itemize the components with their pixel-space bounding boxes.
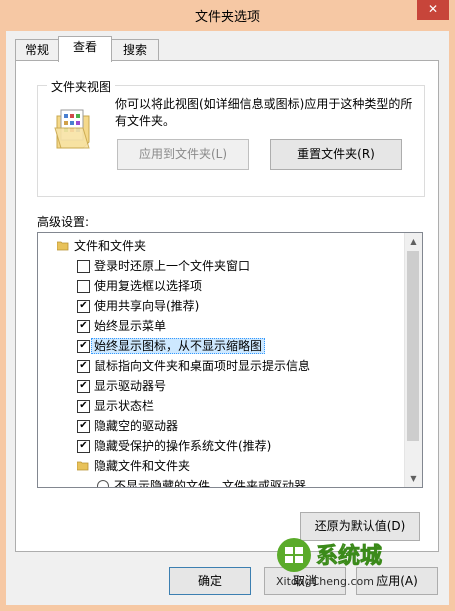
dialog-client: 常规 查看 搜索 文件夹视图 你可以将此视图(如详细信息或图标)应用于这种类型的… — [6, 31, 449, 605]
list-item-folder: 文件和文件夹 — [57, 236, 147, 256]
checkbox-checked[interactable]: ✔ — [77, 360, 90, 373]
list-item-label: 隐藏文件和文件夹 — [94, 459, 191, 473]
folder-view-icon — [54, 109, 90, 149]
list-item-checkbox[interactable]: 使用复选框以选择项 — [77, 276, 203, 296]
list-item-label: 使用复选框以选择项 — [94, 279, 203, 293]
tab-view[interactable]: 查看 — [58, 36, 112, 62]
list-item-label: 登录时还原上一个文件夹窗口 — [94, 259, 251, 273]
scroll-up-arrow-icon[interactable]: ▲ — [405, 233, 422, 250]
checkbox[interactable] — [77, 280, 90, 293]
advanced-settings-list: 文件和文件夹 登录时还原上一个文件夹窗口 使用复选框以选择项 ✔ 使用共享向导(… — [37, 232, 423, 488]
title-bar: 文件夹选项 ✕ — [0, 0, 455, 30]
checkbox-checked[interactable]: ✔ — [77, 400, 90, 413]
list-item-checkbox[interactable]: ✔ 鼠标指向文件夹和桌面项时显示提示信息 — [77, 356, 311, 376]
list-item-label: 隐藏受保护的操作系统文件(推荐) — [94, 439, 272, 453]
watermark-logo: 系统城 XitongCheng.com — [276, 538, 382, 588]
list-item-folder: 隐藏文件和文件夹 — [77, 456, 191, 476]
list-item-checkbox[interactable]: ✔ 显示状态栏 — [77, 396, 155, 416]
watermark-url: XitongCheng.com — [276, 575, 374, 588]
folder-views-group: 文件夹视图 你可以将此视图(如详细信息或图标)应用于这种类型的所有文件夹。 应用… — [37, 78, 425, 197]
reset-folders-button[interactable]: 重置文件夹(R) — [270, 139, 402, 170]
folder-views-legend: 文件夹视图 — [47, 78, 116, 95]
list-item-label: 使用共享向导(推荐) — [94, 299, 200, 313]
scroll-down-arrow-icon[interactable]: ▼ — [405, 470, 422, 487]
list-item-checkbox[interactable]: 登录时还原上一个文件夹窗口 — [77, 256, 251, 276]
checkbox-checked[interactable]: ✔ — [77, 380, 90, 393]
list-item-checkbox-selected[interactable]: ✔ 始终显示图标，从不显示缩略图 — [77, 336, 266, 356]
list-item-label: 显示驱动器号 — [94, 379, 167, 393]
list-item-label: 始终显示图标，从不显示缩略图 — [91, 338, 266, 354]
list-item-label: 不显示隐藏的文件、文件夹或驱动器 — [114, 479, 307, 488]
folder-views-description: 你可以将此视图(如详细信息或图标)应用于这种类型的所有文件夹。 — [115, 97, 413, 128]
list-item-label: 显示状态栏 — [94, 399, 155, 413]
list-item-checkbox[interactable]: ✔ 显示驱动器号 — [77, 376, 167, 396]
tab-general[interactable]: 常规 — [15, 39, 59, 61]
watermark-title: 系统城 — [316, 543, 382, 569]
checkbox[interactable] — [77, 260, 90, 273]
view-tab-panel: 文件夹视图 你可以将此视图(如详细信息或图标)应用于这种类型的所有文件夹。 应用… — [15, 60, 439, 552]
checkbox-checked[interactable]: ✔ — [77, 340, 90, 353]
checkbox-checked[interactable]: ✔ — [77, 320, 90, 333]
vertical-scrollbar[interactable]: ▲ ▼ — [404, 233, 422, 487]
radio-button[interactable] — [97, 480, 109, 487]
checkbox-checked[interactable]: ✔ — [77, 420, 90, 433]
folder-icon — [57, 241, 69, 251]
list-item-label: 鼠标指向文件夹和桌面项时显示提示信息 — [94, 359, 311, 373]
list-item-label: 文件和文件夹 — [74, 239, 147, 253]
window-title: 文件夹选项 — [194, 10, 260, 25]
folder-icon — [77, 461, 89, 471]
list-item-checkbox[interactable]: ✔ 隐藏受保护的操作系统文件(推荐) — [77, 436, 272, 456]
close-button[interactable]: ✕ — [417, 0, 449, 20]
checkbox-checked[interactable]: ✔ — [77, 440, 90, 453]
ok-button[interactable]: 确定 — [169, 567, 251, 595]
list-item-checkbox[interactable]: ✔ 使用共享向导(推荐) — [77, 296, 200, 316]
advanced-settings-label: 高级设置: — [37, 215, 90, 229]
checkbox-checked[interactable]: ✔ — [77, 300, 90, 313]
scroll-thumb[interactable] — [407, 251, 419, 441]
tab-search[interactable]: 搜索 — [111, 39, 159, 61]
list-item-checkbox[interactable]: ✔ 隐藏空的驱动器 — [77, 416, 179, 436]
list-item-radio[interactable]: 不显示隐藏的文件、文件夹或驱动器 — [97, 476, 307, 488]
list-item-label: 始终显示菜单 — [94, 319, 167, 333]
list-item-label: 隐藏空的驱动器 — [94, 419, 179, 433]
list-item-checkbox[interactable]: ✔ 始终显示菜单 — [77, 316, 167, 336]
apply-to-folders-button[interactable]: 应用到文件夹(L) — [117, 139, 249, 170]
